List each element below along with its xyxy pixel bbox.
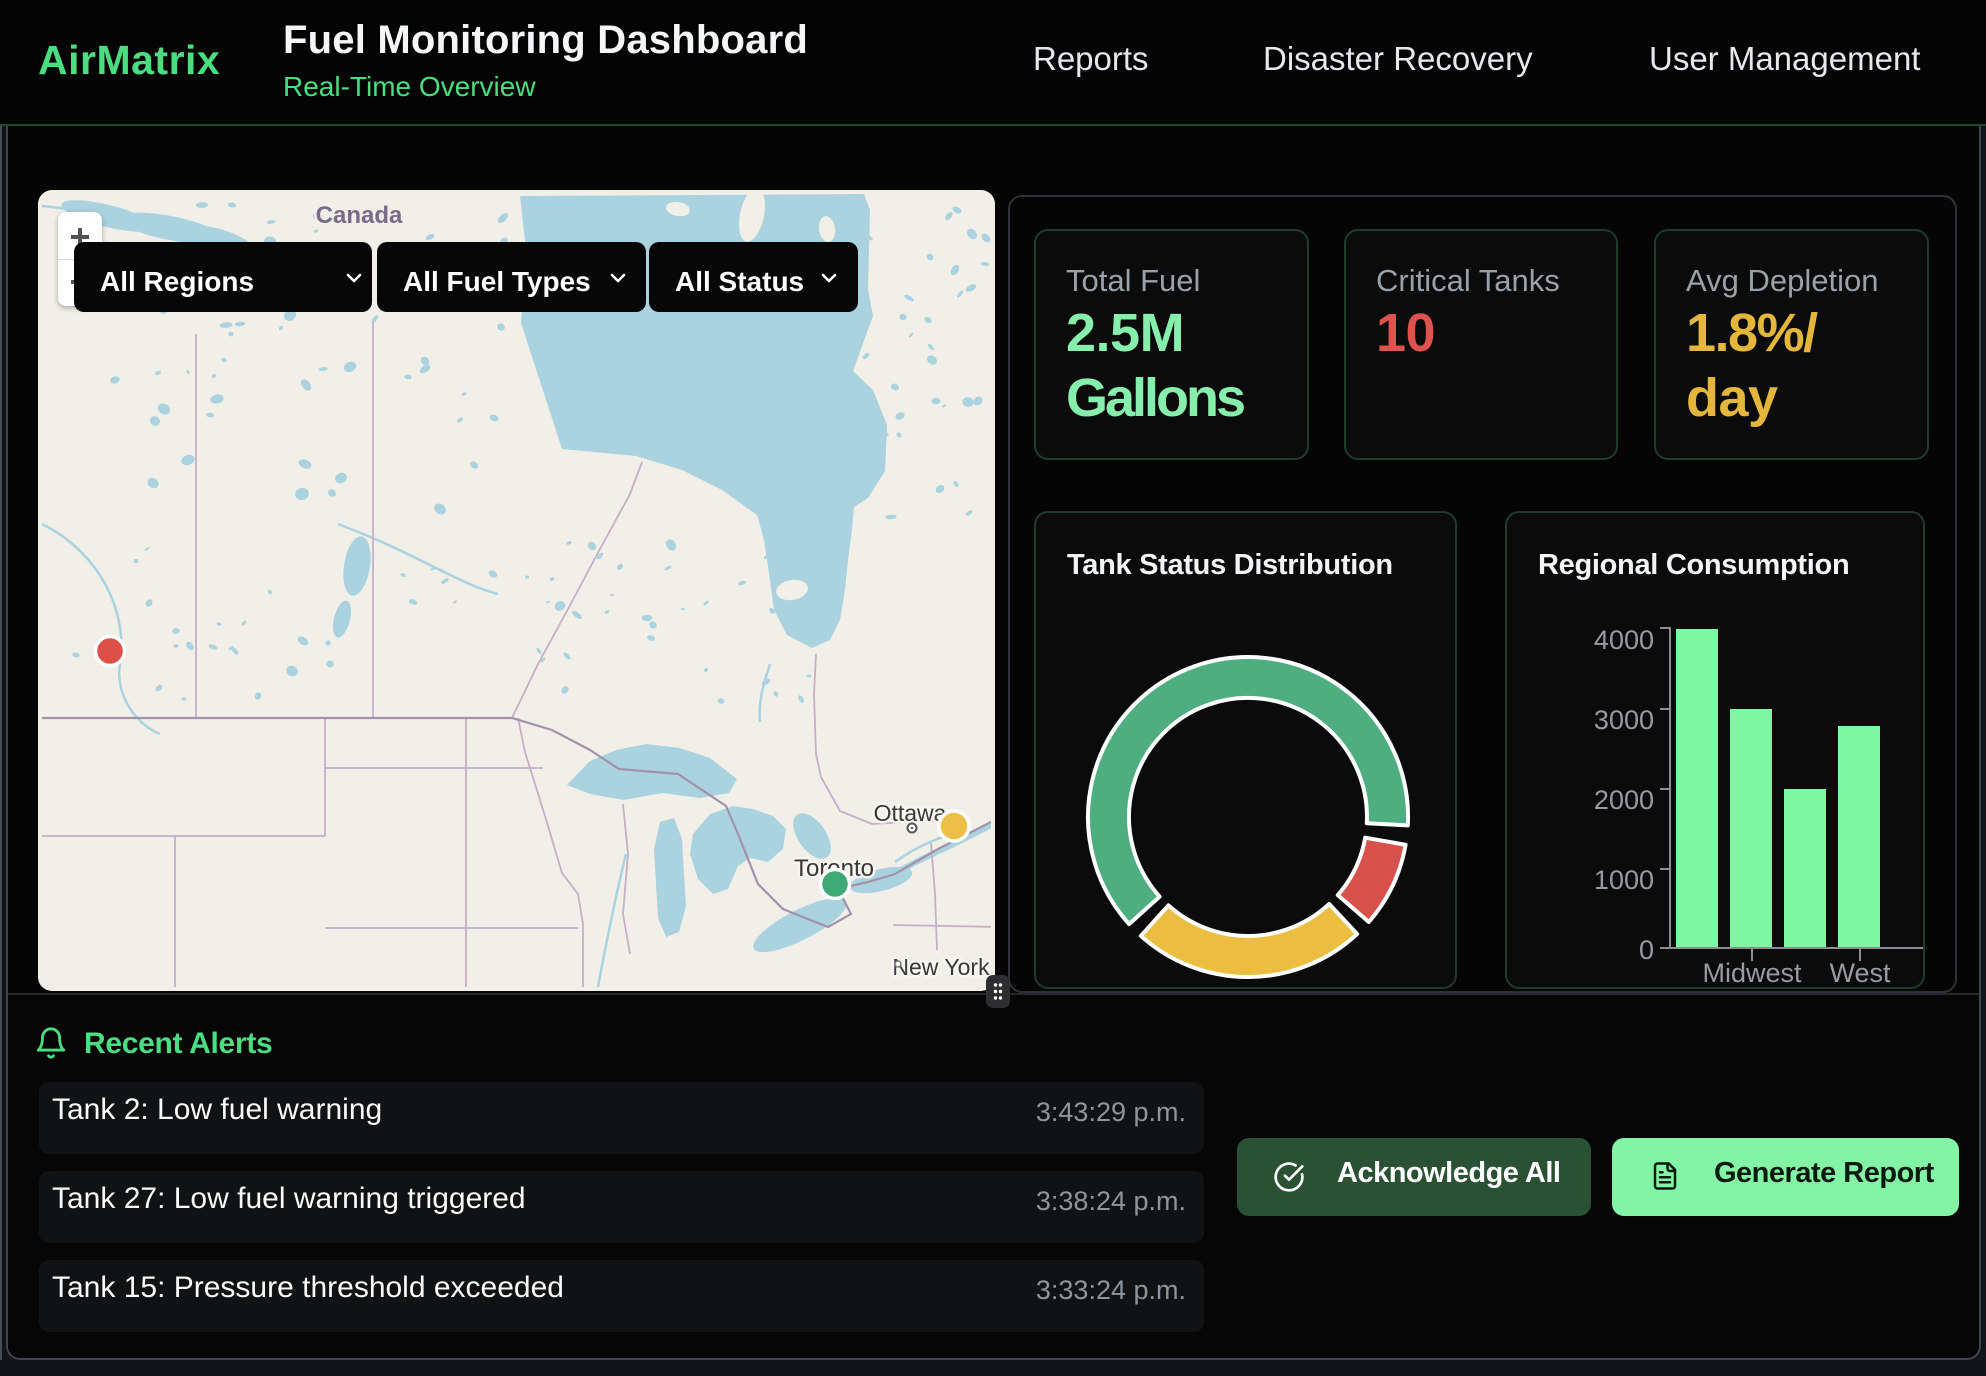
svg-text:Canada: Canada (316, 202, 403, 229)
svg-text:0: 0 (1639, 935, 1654, 965)
svg-text:Midwest: Midwest (1702, 958, 1802, 988)
svg-text:Ottawa: Ottawa (874, 800, 947, 826)
svg-text:West: West (1829, 958, 1891, 988)
svg-text:3000: 3000 (1594, 705, 1654, 735)
svg-text:2000: 2000 (1594, 785, 1654, 815)
svg-text:1000: 1000 (1594, 865, 1654, 895)
svg-text:New York: New York (892, 954, 990, 980)
svg-text:4000: 4000 (1594, 625, 1654, 655)
